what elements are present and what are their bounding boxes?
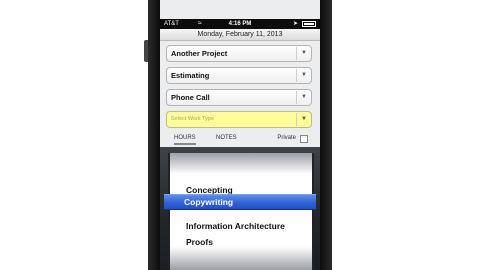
phone-bezel-left: [148, 0, 160, 270]
private-checkbox[interactable]: [300, 135, 308, 143]
chevron-down-icon[interactable]: ▼: [301, 46, 307, 61]
field-divider: [296, 91, 297, 104]
picker-selection-bar[interactable]: Copywriting: [164, 194, 316, 210]
volume-button: [144, 40, 148, 62]
private-label: Private: [277, 135, 296, 141]
project-value: Another Project: [171, 49, 228, 58]
picker-option[interactable]: Information Architecture: [186, 221, 285, 231]
picker-selected-option: Copywriting: [184, 197, 234, 207]
date-header: Monday, February 11, 2013: [160, 29, 320, 41]
activity-field[interactable]: Phone Call ▼: [166, 89, 312, 106]
field-divider: [296, 69, 297, 82]
picker-wheel[interactable]: Concepting Information Architecture Proo…: [168, 153, 314, 270]
chevron-down-icon[interactable]: ▼: [301, 90, 307, 105]
phone-bezel-right: [320, 0, 332, 270]
task-value: Estimating: [171, 71, 210, 80]
work-type-field[interactable]: Select Work Type ▼: [166, 111, 312, 128]
field-divider: [296, 113, 297, 126]
picker-option[interactable]: Proofs: [186, 237, 213, 247]
tab-notes[interactable]: NOTES: [216, 135, 237, 141]
chevron-down-icon[interactable]: ▼: [301, 112, 307, 127]
work-type-placeholder: Select Work Type: [171, 116, 214, 122]
status-bar: AT&T ≈ 4:16 PM ➤: [160, 19, 320, 29]
tab-bar: HOURS NOTES Private: [160, 131, 320, 147]
activity-value: Phone Call: [171, 93, 210, 102]
chevron-down-icon[interactable]: ▼: [301, 68, 307, 83]
tab-hours[interactable]: HOURS: [174, 135, 196, 145]
project-field[interactable]: Another Project ▼: [166, 45, 312, 62]
app-screen: AT&T ≈ 4:16 PM ➤ Monday, February 11, 20…: [160, 0, 320, 270]
field-divider: [296, 47, 297, 60]
battery-icon: [302, 21, 316, 27]
task-field[interactable]: Estimating ▼: [166, 67, 312, 84]
location-arrow-icon: ➤: [292, 21, 298, 27]
